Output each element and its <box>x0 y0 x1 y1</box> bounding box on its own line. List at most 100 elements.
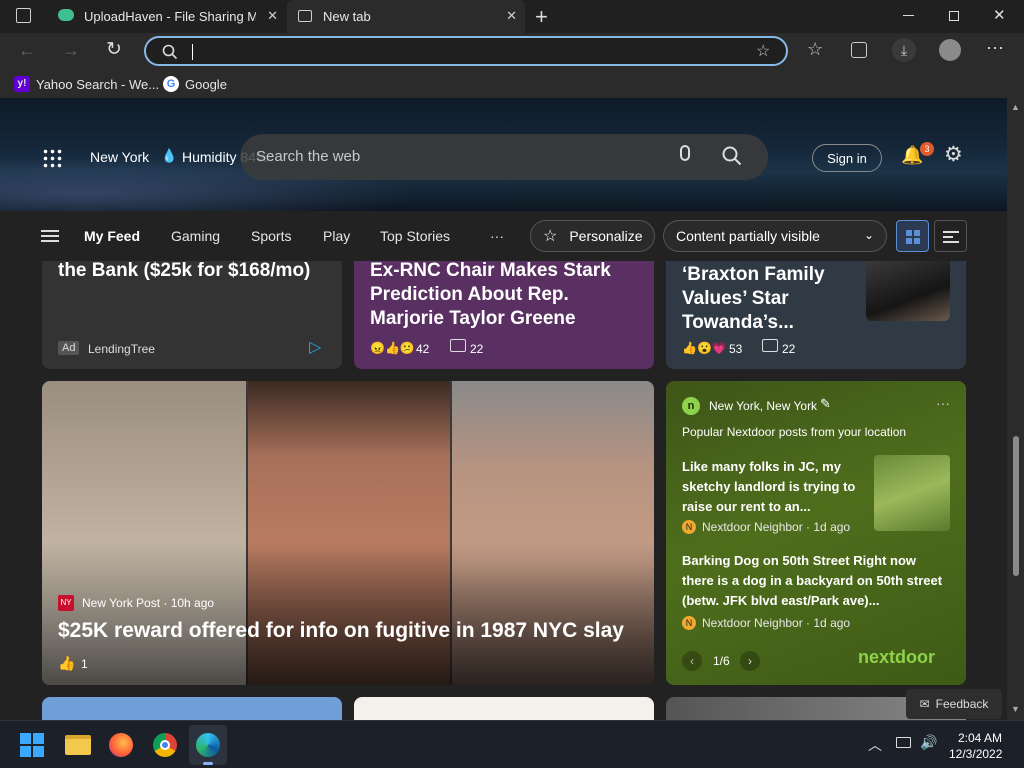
downloads-icon[interactable]: ⤓ <box>892 38 916 62</box>
reaction-count: 42 <box>416 342 430 356</box>
hamburger-menu-icon[interactable] <box>41 230 59 242</box>
search-icon[interactable] <box>722 146 742 166</box>
tab-title: UploadHaven - File Sharing Mad <box>84 9 256 24</box>
collections-icon[interactable] <box>851 42 867 58</box>
address-bar[interactable]: ☆ <box>144 36 788 66</box>
thumbs-up-icon[interactable]: 👍 <box>58 655 75 672</box>
weather-location[interactable]: New York <box>90 149 149 165</box>
scroll-thumb[interactable] <box>1013 436 1019 576</box>
chrome-icon[interactable] <box>153 733 177 757</box>
bookmark-yahoo[interactable]: y! Yahoo Search - We... <box>14 76 159 92</box>
close-tab-icon[interactable]: ✕ <box>267 8 278 24</box>
toolbar: ← → ↻ ☆ ☆ ⤓ ··· <box>0 33 1024 70</box>
comment-count: 22 <box>782 342 796 356</box>
nextdoor-location: New York, New York <box>709 399 818 413</box>
web-search-box[interactable]: Search the web <box>240 134 768 180</box>
news-card-row3-1[interactable] <box>42 697 342 720</box>
feed-nav: My Feed Gaming Sports Play Top Stories ·… <box>0 211 1007 261</box>
tab-play[interactable]: Play <box>323 228 350 244</box>
clock-time[interactable]: 2:04 AM <box>958 731 1002 745</box>
file-explorer-icon[interactable] <box>65 735 91 755</box>
page-scrollbar[interactable]: ▲ ▼ <box>1007 98 1024 720</box>
notification-badge: 3 <box>920 142 934 156</box>
edit-pencil-icon[interactable]: ✎ <box>820 396 831 412</box>
prev-arrow-icon[interactable]: ‹ <box>682 651 702 671</box>
personalize-button[interactable]: ☆ Personalize <box>530 220 655 252</box>
tab-top-stories[interactable]: Top Stories <box>380 228 450 244</box>
windows-start-icon[interactable] <box>20 733 44 757</box>
news-card-braxton[interactable]: ‘Braxton Family Values’ Star Towanda’s..… <box>666 261 966 369</box>
news-card-rnc[interactable]: Ex-RNC Chair Makes Stark Prediction Abou… <box>354 261 654 369</box>
tab-new-tab[interactable]: New tab ✕ <box>287 0 525 33</box>
feedback-button[interactable]: ✉ Feedback <box>906 689 1002 719</box>
close-tab-icon[interactable]: ✕ <box>506 8 517 24</box>
chevron-up-icon[interactable]: ︿ <box>868 735 882 755</box>
volume-icon[interactable]: 🔊 <box>920 734 937 751</box>
reactions-icon[interactable]: 👍😮💗 <box>682 341 727 355</box>
post-thumbnail <box>874 455 950 531</box>
tab-actions-icon[interactable] <box>16 8 31 23</box>
bookmark-label: Yahoo Search - We... <box>36 76 160 92</box>
card-more-icon[interactable]: ··· <box>936 395 950 411</box>
list-layout-button[interactable] <box>934 220 967 252</box>
nextdoor-card[interactable]: n New York, New York ✎ ··· Popular Nextd… <box>666 381 966 685</box>
tab-gaming[interactable]: Gaming <box>171 228 220 244</box>
comment-icon[interactable] <box>450 339 466 352</box>
post-meta: Nextdoor Neighbor · 1d ago <box>702 616 851 630</box>
title-bar: UploadHaven - File Sharing Mad ✕ New tab… <box>0 0 1024 33</box>
back-icon[interactable]: ← <box>18 40 36 61</box>
scroll-up-arrow-icon[interactable]: ▲ <box>1011 102 1020 112</box>
edge-icon[interactable] <box>189 725 227 765</box>
cloud-icon <box>58 9 74 21</box>
clock-date[interactable]: 12/3/2022 <box>949 747 1002 761</box>
main-story-card[interactable]: NY New York Post · 10h ago $25K reward o… <box>42 381 654 685</box>
favorites-icon[interactable]: ☆ <box>807 39 823 60</box>
apps-grid-icon[interactable] <box>42 148 62 168</box>
reaction-count: 1 <box>81 657 88 671</box>
refresh-icon[interactable]: ↻ <box>106 38 122 61</box>
restore-button[interactable] <box>949 11 959 21</box>
story-title: $25K reward offered for info on fugitive… <box>58 619 624 642</box>
grid-icon <box>906 230 920 244</box>
forward-icon[interactable]: → <box>62 40 80 61</box>
sign-in-button[interactable]: Sign in <box>812 144 882 172</box>
settings-more-icon[interactable]: ··· <box>986 37 1004 58</box>
more-tabs-icon[interactable]: ··· <box>490 228 504 244</box>
post-title: Like many folks in JC, my sketchy landlo… <box>682 459 856 514</box>
new-tab-button[interactable]: + <box>535 4 548 30</box>
microphone-icon[interactable] <box>680 145 690 161</box>
adchoices-icon[interactable]: ▷ <box>309 337 321 357</box>
ad-badge: Ad <box>58 341 80 355</box>
tab-title: New tab <box>323 9 371 24</box>
ad-card[interactable]: the Bank ($25k for $168/mo) Ad LendingTr… <box>42 261 342 369</box>
firefox-icon[interactable] <box>109 733 133 757</box>
news-card-row3-2[interactable] <box>354 697 654 720</box>
grid-layout-button[interactable] <box>896 220 929 252</box>
next-arrow-icon[interactable]: › <box>740 651 760 671</box>
bookmark-google[interactable]: G Google <box>163 76 227 92</box>
add-favorite-icon[interactable]: ☆ <box>756 41 770 61</box>
close-window-button[interactable]: ✕ <box>993 6 1006 24</box>
newtab-icon <box>298 10 312 22</box>
story-overlay <box>42 541 654 685</box>
scroll-down-arrow-icon[interactable]: ▼ <box>1011 704 1020 714</box>
humidity-icon: 💧 <box>161 148 178 163</box>
comment-icon[interactable] <box>762 339 778 352</box>
feedback-label: Feedback <box>935 697 989 711</box>
tab-sports[interactable]: Sports <box>251 228 291 244</box>
content-visibility-dropdown[interactable]: Content partially visible ⌄ <box>663 220 887 252</box>
nypost-logo-icon: NY <box>58 595 74 611</box>
page-settings-gear-icon[interactable]: ⚙ <box>944 142 963 167</box>
reactions-icon[interactable]: 😠👍😕 <box>370 341 415 355</box>
nextdoor-icon: n <box>682 397 700 415</box>
chevron-down-icon: ⌄ <box>863 228 874 242</box>
nextdoor-post-2[interactable]: Barking Dog on 50th Street Right now the… <box>682 551 946 611</box>
card-title: the Bank ($25k for $168/mo) <box>58 261 311 281</box>
profile-avatar[interactable] <box>939 39 961 61</box>
tab-uploadhaven[interactable]: UploadHaven - File Sharing Mad ✕ <box>46 0 286 33</box>
minimize-button[interactable] <box>903 15 914 16</box>
tab-my-feed[interactable]: My Feed <box>84 228 140 244</box>
hero-background: New York 💧 Humidity 84% Search the web S… <box>0 98 1007 218</box>
card-title: ‘Braxton Family Values’ Star Towanda’s..… <box>682 264 825 333</box>
network-icon[interactable] <box>896 737 911 748</box>
